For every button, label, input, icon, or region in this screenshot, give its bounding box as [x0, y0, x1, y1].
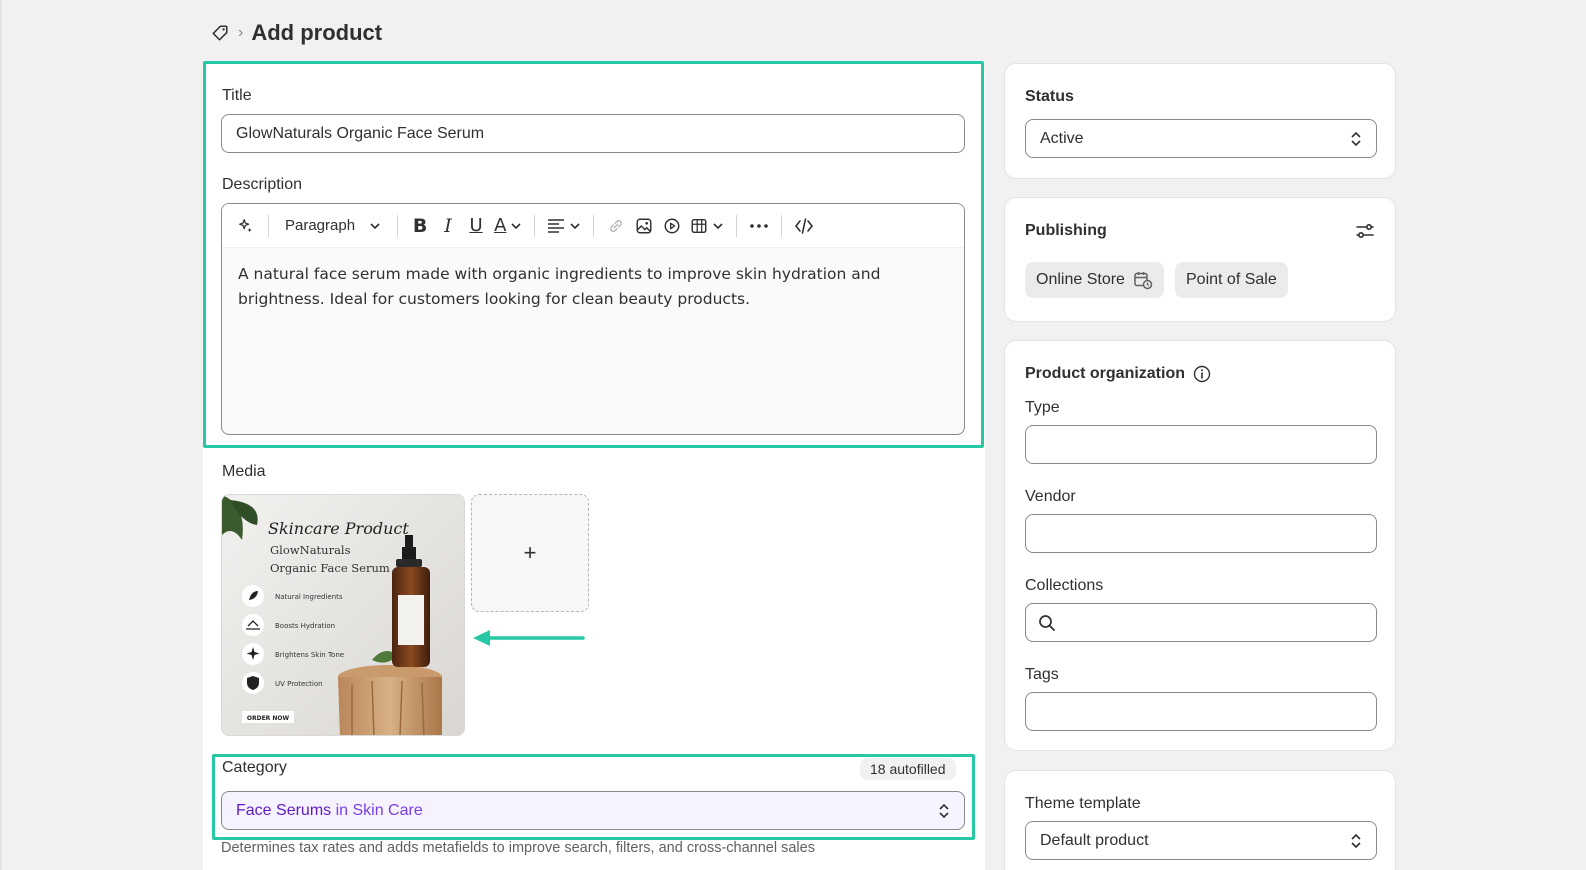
- vendor-input[interactable]: [1025, 514, 1377, 553]
- underline-icon[interactable]: U: [462, 212, 490, 240]
- status-value: Active: [1040, 129, 1084, 147]
- toolbar-divider: [534, 214, 536, 237]
- type-input[interactable]: [1025, 425, 1377, 464]
- select-arrows-icon: [1351, 131, 1361, 146]
- toolbar-divider: [268, 214, 269, 237]
- product-organization-card: Product organization Type Vendor Collect…: [1004, 340, 1396, 751]
- organization-title: Product organization: [1025, 365, 1185, 382]
- publishing-card: Publishing Online Store Point of Sale: [1004, 197, 1396, 322]
- toolbar-divider: [781, 214, 783, 237]
- description-label: Description: [222, 176, 303, 193]
- calendar-clock-icon: [1134, 272, 1153, 290]
- title-input[interactable]: GlowNaturals Organic Face Serum: [221, 114, 965, 153]
- category-connector: in: [331, 802, 353, 819]
- vendor-label: Vendor: [1025, 488, 1076, 505]
- window-edge: [0, 0, 2, 870]
- toolbar-divider: [736, 214, 738, 237]
- product-image-art: Skincare Product GlowNaturals Organic Fa…: [222, 495, 464, 735]
- tag-icon[interactable]: [210, 23, 230, 43]
- collections-label: Collections: [1025, 577, 1104, 594]
- page-title: Add product: [251, 20, 383, 45]
- code-icon[interactable]: [790, 212, 818, 240]
- image-heading: Skincare Product: [268, 519, 409, 538]
- status-card: Status Active: [1004, 63, 1396, 179]
- bold-icon[interactable]: B: [406, 212, 434, 240]
- image-product: Organic Face Serum: [270, 561, 390, 575]
- settings-sliders-icon[interactable]: [1355, 222, 1375, 245]
- chevron-down-icon: [370, 222, 380, 229]
- category-help-text: Determines tax rates and adds metafields…: [221, 840, 815, 856]
- editor-toolbar: Paragraph B I U A: [222, 204, 964, 248]
- image-icon[interactable]: [630, 212, 658, 240]
- category-label: Category: [222, 759, 287, 776]
- toolbar-divider: [593, 214, 595, 237]
- chevron-right-icon: ›: [238, 24, 244, 41]
- publishing-title: Publishing: [1025, 222, 1107, 239]
- select-arrows-icon: [939, 803, 949, 818]
- magic-sparkle-icon[interactable]: [232, 212, 260, 240]
- category-value: Face Serums in Skin Care: [236, 792, 423, 829]
- table-icon[interactable]: [686, 212, 728, 240]
- product-details-card: [203, 62, 985, 870]
- status-title: Status: [1025, 88, 1074, 105]
- title-label: Title: [222, 87, 252, 104]
- info-icon[interactable]: [1193, 365, 1211, 383]
- theme-title: Theme template: [1025, 795, 1141, 812]
- add-media-button[interactable]: +: [471, 494, 589, 612]
- organization-header: Product organization: [1025, 365, 1211, 383]
- channel-point-of-sale[interactable]: Point of Sale: [1175, 262, 1288, 298]
- more-icon[interactable]: [745, 212, 773, 240]
- select-arrows-icon: [1351, 833, 1361, 848]
- category-select[interactable]: Face Serums in Skin Care: [221, 791, 965, 830]
- description-text[interactable]: A natural face serum made with organic i…: [222, 248, 964, 326]
- status-select[interactable]: Active: [1025, 119, 1377, 158]
- image-brand: GlowNaturals: [270, 543, 351, 557]
- category-parent: Skin Care: [352, 802, 423, 819]
- collections-search-input[interactable]: [1025, 603, 1377, 642]
- type-label: Type: [1025, 399, 1060, 416]
- theme-select[interactable]: Default product: [1025, 821, 1377, 860]
- plus-icon: +: [523, 540, 537, 565]
- channel-label: Online Store: [1036, 271, 1125, 288]
- tags-label: Tags: [1025, 666, 1059, 683]
- link-icon[interactable]: [602, 212, 630, 240]
- text-color-icon[interactable]: A: [490, 212, 526, 240]
- image-feature-1: Natural Ingredients: [275, 593, 343, 601]
- align-icon[interactable]: [543, 212, 585, 240]
- channel-online-store[interactable]: Online Store: [1025, 262, 1164, 298]
- breadcrumb: › Add product: [210, 18, 382, 48]
- channel-label: Point of Sale: [1186, 271, 1277, 288]
- video-icon[interactable]: [658, 212, 686, 240]
- image-feature-4: UV Protection: [275, 680, 323, 688]
- paragraph-dropdown[interactable]: Paragraph: [277, 212, 389, 240]
- paragraph-label: Paragraph: [285, 217, 356, 234]
- image-feature-3: Brightens Skin Tone: [275, 651, 344, 659]
- arrow-left-icon: [473, 630, 585, 646]
- theme-template-card: Theme template Default product: [1004, 770, 1396, 870]
- category-name: Face Serums: [236, 802, 332, 819]
- theme-value: Default product: [1040, 831, 1149, 849]
- media-label: Media: [222, 463, 266, 480]
- description-editor[interactable]: Paragraph B I U A A natural face serum m…: [221, 203, 965, 435]
- toolbar-divider: [397, 214, 399, 237]
- autofilled-badge: 18 autofilled: [860, 758, 956, 780]
- italic-icon[interactable]: I: [434, 212, 462, 240]
- image-cta: ORDER NOW: [247, 715, 290, 722]
- product-image[interactable]: Skincare Product GlowNaturals Organic Fa…: [221, 494, 465, 736]
- image-feature-2: Boosts Hydration: [275, 622, 335, 630]
- tags-input[interactable]: [1025, 692, 1377, 731]
- search-icon: [1039, 614, 1055, 631]
